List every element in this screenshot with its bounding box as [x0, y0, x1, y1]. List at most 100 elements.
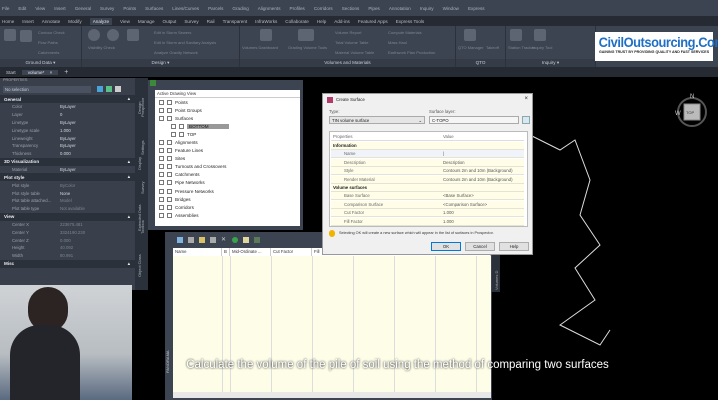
- property-row[interactable]: Center Y 3324190.230: [0, 228, 135, 236]
- property-row[interactable]: Material ByLayer: [0, 166, 135, 174]
- property-value[interactable]: <Base Surface>: [443, 193, 474, 198]
- tree-item[interactable]: Bridges: [155, 195, 300, 203]
- dialog-property-row[interactable]: Comparison Surface <Comparison Surface>: [331, 200, 524, 209]
- property-value[interactable]: <Comparison Surface>: [443, 202, 487, 207]
- collapse-icon[interactable]: ▴: [128, 214, 130, 220]
- tree-item[interactable]: Assemblies: [155, 211, 300, 219]
- property-row[interactable]: Plot table type Not available: [0, 205, 135, 213]
- expand-icon[interactable]: [159, 115, 164, 121]
- tree-item[interactable]: Pipe Networks: [155, 179, 300, 187]
- collapse-icon[interactable]: ▴: [128, 159, 130, 165]
- property-row[interactable]: Center X 223675.481: [0, 221, 135, 229]
- dialog-property-row[interactable]: Description Description: [331, 158, 524, 167]
- expand-icon[interactable]: [159, 107, 164, 113]
- select-objects-icon[interactable]: [106, 86, 112, 92]
- help-button[interactable]: Help: [499, 242, 529, 251]
- expand-icon[interactable]: [159, 180, 164, 186]
- property-row[interactable]: Height 40.092: [0, 244, 135, 252]
- expand-icon[interactable]: [159, 148, 164, 154]
- vtab-toolbox[interactable]: Toolbox: [140, 210, 149, 245]
- tree-item[interactable]: Turnouts and Crossovers: [155, 163, 300, 171]
- property-row[interactable]: Width 80.991: [0, 252, 135, 260]
- layer-picker-button[interactable]: [522, 116, 530, 124]
- tree-item[interactable]: Corridors: [155, 203, 300, 211]
- property-row[interactable]: Thickness 0.000: [0, 150, 135, 158]
- refresh-icon[interactable]: [232, 237, 238, 243]
- section-header[interactable]: General ▴: [0, 95, 135, 103]
- dialog-property-row[interactable]: Render Material Contours 2m and 10m (Back…: [331, 175, 524, 184]
- dialog-section-header[interactable]: Information: [331, 142, 524, 150]
- quick-select-icon[interactable]: [97, 86, 103, 92]
- tree-item[interactable]: Point Groups: [155, 106, 300, 114]
- property-row[interactable]: Transparency ByLayer: [0, 142, 135, 150]
- selection-dropdown[interactable]: No selection: [3, 85, 91, 93]
- view-dropdown[interactable]: Active Drawing View: [155, 90, 300, 98]
- horizontal-scrollbar[interactable]: [173, 392, 491, 398]
- close-icon[interactable]: ×: [524, 96, 528, 102]
- expand-icon[interactable]: [159, 140, 164, 146]
- cancel-button[interactable]: Cancel: [465, 242, 495, 251]
- tree-item[interactable]: BOTTOM: [155, 122, 300, 130]
- delete-icon[interactable]: ✕: [221, 237, 227, 243]
- expand-icon[interactable]: [159, 172, 164, 178]
- section-header[interactable]: 3D Visualization ▴: [0, 157, 135, 166]
- expand-icon[interactable]: [159, 99, 164, 105]
- tree-item[interactable]: Catchments: [155, 171, 300, 179]
- property-value[interactable]: 1.000: [443, 219, 454, 224]
- expand-icon[interactable]: [159, 212, 164, 218]
- edit-icon[interactable]: [199, 237, 205, 243]
- col-header-b[interactable]: B: [222, 248, 230, 256]
- layer-input[interactable]: C-TOPO: [429, 116, 519, 124]
- expand-icon[interactable]: [171, 131, 176, 137]
- report-icon[interactable]: [243, 237, 249, 243]
- property-row[interactable]: Plot style table None: [0, 189, 135, 197]
- property-value[interactable]: 1.000: [443, 210, 454, 215]
- vtab-settings[interactable]: Settings: [140, 130, 149, 165]
- expand-icon[interactable]: [171, 123, 176, 129]
- property-value[interactable]: |: [443, 151, 444, 156]
- col-header-cut-factor[interactable]: Cut Factor: [271, 248, 312, 256]
- tree-item[interactable]: Sites: [155, 155, 300, 163]
- property-row[interactable]: Layer 0: [0, 111, 135, 119]
- section-header[interactable]: Plot style ▴: [0, 173, 135, 182]
- new-icon[interactable]: [177, 237, 183, 243]
- pickadd-icon[interactable]: [115, 86, 121, 92]
- tree-item[interactable]: TOP: [155, 130, 300, 138]
- vtab-prospector[interactable]: Prospector: [140, 90, 149, 125]
- ok-button[interactable]: OK: [431, 242, 461, 251]
- collapse-icon[interactable]: ▴: [128, 96, 130, 102]
- section-header[interactable]: Misc ▴: [0, 259, 135, 268]
- property-value[interactable]: Contours 2m and 10m (Background): [443, 168, 513, 173]
- section-header[interactable]: View ▴: [0, 212, 135, 221]
- chart-icon[interactable]: [254, 237, 260, 243]
- property-row[interactable]: Linetype ByLayer: [0, 119, 135, 127]
- tree-item[interactable]: Surfaces: [155, 114, 300, 122]
- dialog-section-header[interactable]: Volume surfaces: [331, 184, 524, 192]
- dialog-property-row[interactable]: Cut Factor 1.000: [331, 209, 524, 218]
- collapse-icon[interactable]: ▴: [128, 174, 130, 180]
- toolspace-icon[interactable]: [150, 80, 156, 86]
- col-header-mid-ordinate[interactable]: Mid-Ordinate ...: [230, 248, 271, 256]
- property-row[interactable]: Lineweight ByLayer: [0, 134, 135, 142]
- vtab-survey[interactable]: Survey: [140, 170, 149, 205]
- expand-icon[interactable]: [159, 196, 164, 202]
- property-row[interactable]: Center Z 0.000: [0, 236, 135, 244]
- expand-icon[interactable]: [159, 156, 164, 162]
- property-row[interactable]: Plot table attached... Model: [0, 197, 135, 205]
- property-row[interactable]: Linetype scale 1.000: [0, 126, 135, 134]
- tree-item[interactable]: Points: [155, 98, 300, 106]
- dialog-property-row[interactable]: Base Surface <Base Surface>: [331, 192, 524, 201]
- property-value[interactable]: Contours 2m and 10m (Background): [443, 177, 513, 182]
- dialog-property-row[interactable]: Fill Factor 1.000: [331, 217, 524, 226]
- col-header-name[interactable]: Name: [173, 248, 222, 256]
- zoom-icon[interactable]: [210, 237, 216, 243]
- add-icon[interactable]: [188, 237, 194, 243]
- tree-item[interactable]: Alignments: [155, 138, 300, 146]
- property-value[interactable]: Description: [443, 160, 465, 165]
- dialog-property-row[interactable]: Name |: [331, 150, 524, 159]
- dialog-property-row[interactable]: Style Contours 2m and 10m (Background): [331, 167, 524, 176]
- type-select[interactable]: TIN volume surface ⌄: [329, 116, 425, 124]
- property-row[interactable]: Color ByLayer: [0, 103, 135, 111]
- expand-icon[interactable]: [159, 188, 164, 194]
- tree-item[interactable]: Pressure Networks: [155, 187, 300, 195]
